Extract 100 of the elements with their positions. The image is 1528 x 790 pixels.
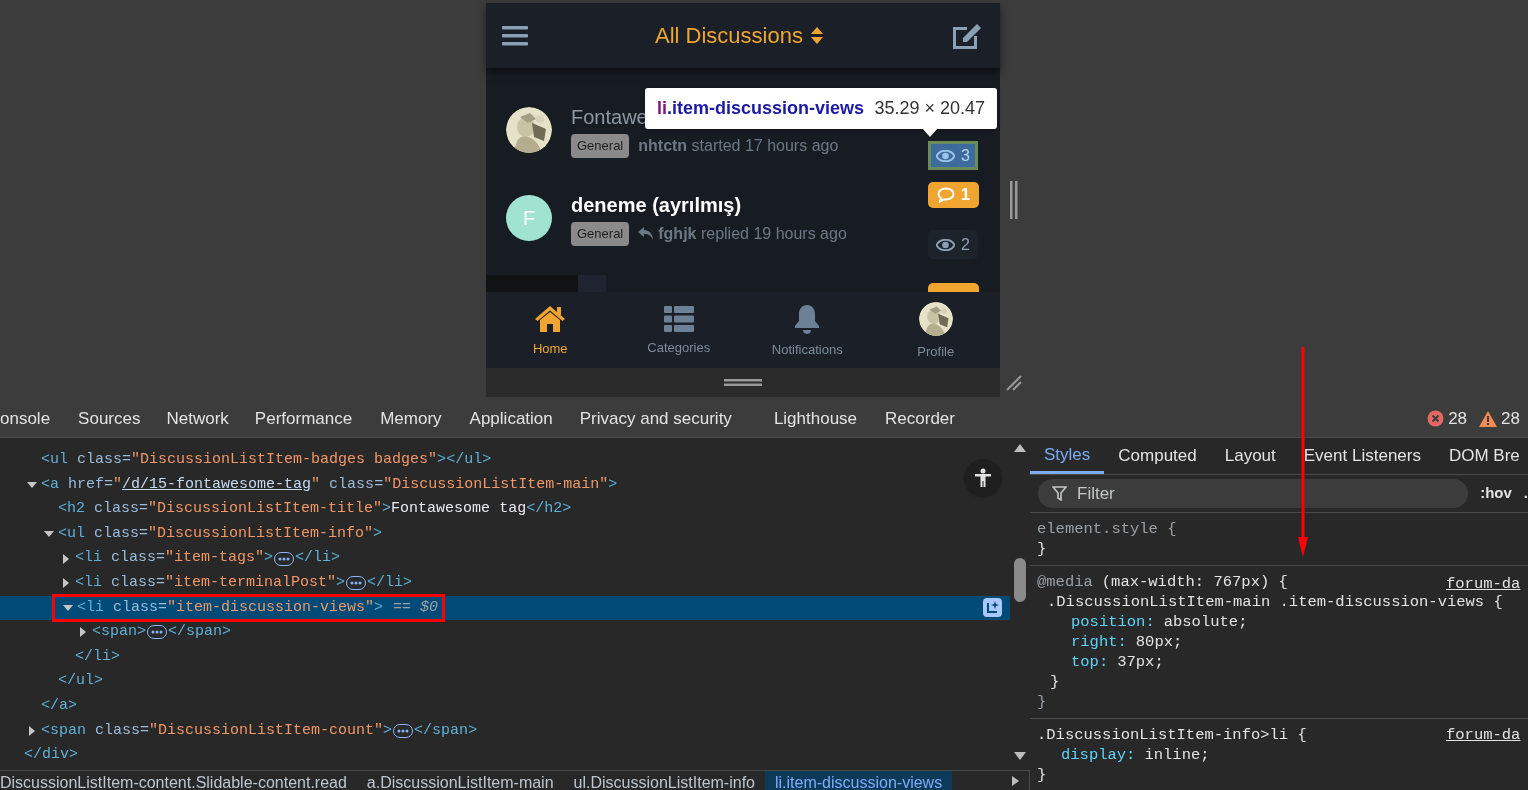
devtools-tab[interactable]: Sources (64, 400, 155, 437)
styles-tab[interactable]: Layout (1210, 438, 1290, 474)
home-icon (534, 305, 567, 334)
ai-assist-icon[interactable] (982, 597, 1003, 619)
css-selector: .DiscussionListItem-main .item-discussion-views { (1047, 592, 1503, 612)
devtools-tab[interactable]: Lighthouse (744, 400, 872, 437)
console-reference: == $0 (393, 597, 439, 618)
filter-input[interactable]: Filter (1077, 480, 1437, 507)
tooltip-size: 35.29 × 20.47 (874, 97, 985, 120)
warning-icon (1479, 410, 1498, 427)
caret-down-icon[interactable] (27, 479, 37, 490)
code-line: </a> (41, 696, 78, 716)
discussion-filter-dropdown[interactable]: All Discussions (655, 19, 823, 52)
filter-field[interactable]: Filter (1038, 479, 1469, 508)
discussion-title[interactable]: deneme (ayrılmış) (571, 192, 847, 218)
css-property: display: (1061, 745, 1136, 765)
source-link[interactable]: forum-da (1446, 725, 1521, 745)
scrollbar-thumb[interactable] (1014, 558, 1026, 602)
tooltip-selector: li.item-discussion-views (657, 97, 865, 120)
selected-dom-row[interactable]: <li class="item-discussion-views"> == $0 (0, 595, 1010, 621)
devtools-tab[interactable]: Memory (366, 400, 456, 437)
warning-count[interactable]: 28 (1501, 405, 1520, 432)
code-line: <span> (92, 622, 147, 643)
code-line: <ul class="DiscussionListItem-badges badges"></ul> (41, 450, 492, 471)
bell-icon (794, 304, 821, 335)
devtools-tab[interactable]: onsole (0, 400, 65, 437)
css-value: 80px; (1135, 632, 1183, 652)
nav-tab[interactable]: Home (486, 301, 615, 359)
reply-count-badge (928, 283, 979, 292)
styles-tab[interactable]: Event Listeners (1289, 438, 1435, 474)
closing-brace: } (1037, 539, 1048, 559)
error-count[interactable]: 28 (1448, 405, 1468, 432)
ellipsis-icon (397, 728, 410, 733)
source-link[interactable]: forum-da (1446, 574, 1521, 594)
devtools-tab[interactable]: Performance (240, 400, 367, 437)
ellipsis-icon (151, 630, 164, 635)
list-icon (663, 306, 694, 333)
resize-handle-icon[interactable] (1010, 181, 1018, 219)
nav-tab[interactable]: Profile (871, 298, 1000, 362)
view-count: 2 (928, 230, 978, 259)
accessibility-icon (974, 468, 992, 488)
eye-icon (936, 149, 956, 162)
styles-tab[interactable]: Styles (1030, 438, 1105, 474)
code-line: <h2 class="DiscussionListItem-title">Fontawesome tag</h2> (58, 499, 572, 520)
filter-icon (1052, 486, 1067, 501)
css-property: right: (1071, 632, 1127, 652)
code-line: <a href="/d/15-fontawesome-tag" class="DiscussionListItem-main"> (41, 474, 618, 495)
class-toggle[interactable]: . (1523, 482, 1528, 505)
scroll-up-icon[interactable] (1014, 444, 1026, 452)
tag-badge[interactable]: General (571, 134, 630, 158)
sort-icon (810, 27, 823, 44)
error-icon (1427, 410, 1445, 427)
view-count: 3 (928, 141, 978, 170)
resize-handle-icon[interactable] (724, 379, 762, 386)
code-line: <span class="DiscussionListItem-count"> (41, 720, 393, 741)
css-property: position: (1071, 612, 1155, 632)
caret-right-icon[interactable] (27, 725, 37, 736)
breadcrumb[interactable]: a.DiscussionListItem-main (356, 771, 564, 790)
accessibility-button[interactable] (964, 459, 1002, 497)
devtools-tab[interactable]: Network (154, 400, 241, 437)
devtools-tab[interactable]: Application (455, 400, 567, 437)
scroll-down-icon[interactable] (1014, 752, 1026, 760)
devtools-tab[interactable]: Privacy and security (566, 400, 745, 437)
code-line: </li> (367, 573, 413, 593)
hover-state-toggle[interactable]: :hov (1480, 482, 1512, 505)
breadcrumb[interactable]: DiscussionListItem-content.Slidable-content.read (0, 771, 357, 790)
devtools-tab[interactable]: Recorder (871, 400, 969, 437)
css-selector: element.style { (1037, 519, 1177, 539)
code-line: <li class="item-tags"> (75, 548, 274, 569)
menu-icon[interactable] (502, 24, 528, 47)
eye-icon (936, 238, 956, 251)
scroll-right-icon[interactable] (1012, 775, 1019, 786)
media-query: (max-width: 767px) { (1101, 572, 1288, 592)
caret-right-icon[interactable] (78, 627, 88, 638)
code-line: </div> (24, 745, 79, 766)
caret-right-icon[interactable] (61, 578, 71, 589)
ellipsis-icon (350, 581, 363, 586)
avatar: F (506, 195, 552, 241)
code-line: <li class="item-discussion-views"> (77, 597, 384, 618)
closing-brace: } (1049, 672, 1061, 692)
nav-tab[interactable]: Notifications (743, 300, 872, 360)
css-property: top: (1071, 652, 1109, 672)
code-line: </span> (168, 622, 232, 643)
nav-tab[interactable]: Categories (614, 302, 743, 358)
code-line: </ul> (58, 671, 104, 692)
caret-down-icon[interactable] (63, 602, 73, 613)
tag-badge[interactable]: General (571, 222, 630, 246)
code-line: <ul class="DiscussionListItem-info"> (58, 523, 383, 544)
styles-tab[interactable]: DOM Bre (1434, 438, 1528, 474)
ellipsis-icon (278, 556, 291, 561)
code-line: </li> (75, 646, 121, 667)
closing-brace: } (1037, 692, 1048, 712)
styles-tab[interactable]: Computed (1104, 438, 1211, 474)
breadcrumb[interactable]: ul.DiscussionListItem-info (563, 771, 765, 790)
breadcrumb[interactable]: li.item-discussion-views (765, 771, 953, 790)
code-line: <li class="item-terminalPost"> (75, 573, 346, 593)
caret-right-icon[interactable] (61, 553, 71, 564)
post-info: fghjk replied 19 hours ago (658, 224, 847, 244)
css-value: inline; (1144, 745, 1210, 765)
resize-corner-icon[interactable] (1005, 374, 1023, 392)
